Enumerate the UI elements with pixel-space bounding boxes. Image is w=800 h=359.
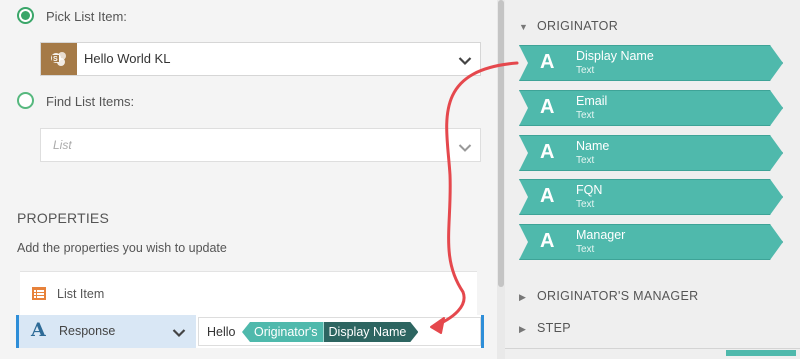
caret-right-icon: ▶ bbox=[519, 324, 527, 334]
properties-title: PROPERTIES bbox=[17, 210, 109, 226]
group-originators-manager-label: ORIGINATOR'S MANAGER bbox=[537, 289, 699, 303]
reference-item-name: Email bbox=[576, 94, 608, 108]
caret-right-icon: ▶ bbox=[519, 292, 527, 302]
property-response[interactable]: A Response Hello Originator's Display Na… bbox=[16, 315, 484, 348]
token-prefix: Originator's bbox=[242, 322, 324, 342]
chevron-down-icon[interactable] bbox=[458, 140, 472, 158]
pick-list-item-label: Pick List Item: bbox=[46, 9, 127, 24]
group-originator-label: ORIGINATOR bbox=[537, 19, 619, 33]
panel-accent-bar bbox=[726, 350, 796, 356]
properties-description: Add the properties you wish to update bbox=[17, 241, 227, 255]
list-item-label: List Item bbox=[57, 287, 105, 301]
reference-item-name-label: Name bbox=[576, 139, 610, 153]
scrollbar-thumb[interactable] bbox=[498, 0, 504, 287]
radio-find-list-items[interactable] bbox=[17, 92, 34, 109]
selected-list-value: Hello World KL bbox=[84, 51, 171, 66]
property-list-item[interactable]: List Item bbox=[20, 271, 477, 315]
left-pane: Pick List Item: S Hello World KL Find Li… bbox=[0, 0, 497, 359]
text-a-icon: A bbox=[540, 141, 555, 163]
text-a-icon: A bbox=[31, 319, 46, 341]
reference-item-type: Text bbox=[576, 110, 595, 121]
group-step[interactable]: ▶ STEP bbox=[519, 321, 571, 335]
chevron-down-icon[interactable] bbox=[172, 325, 186, 343]
chevron-down-icon[interactable] bbox=[458, 53, 472, 71]
reference-item-fqn[interactable]: A FQN Text bbox=[519, 179, 783, 215]
group-step-label: STEP bbox=[537, 321, 571, 335]
token-suffix: Display Name bbox=[324, 322, 419, 342]
response-label: Response bbox=[59, 324, 116, 338]
caret-down-icon: ▼ bbox=[519, 22, 529, 32]
response-value-input[interactable]: Hello Originator's Display Name bbox=[198, 317, 481, 346]
reference-item-name: Manager bbox=[576, 228, 626, 242]
reference-item-display-name[interactable]: A Display Name Text bbox=[519, 45, 783, 81]
radio-pick-list-item[interactable] bbox=[17, 7, 34, 24]
list-item-icon bbox=[32, 287, 46, 305]
find-list-items-label: Find List Items: bbox=[46, 94, 135, 109]
reference-item-name: Display Name bbox=[576, 49, 654, 63]
response-text: Hello bbox=[207, 325, 236, 339]
reference-item-type: Text bbox=[576, 65, 595, 76]
reference-item-type: Text bbox=[576, 244, 595, 255]
reference-item-type: Text bbox=[576, 155, 595, 166]
response-name-area[interactable]: A Response bbox=[19, 315, 196, 348]
svg-text:S: S bbox=[53, 56, 58, 63]
text-a-icon: A bbox=[540, 96, 555, 118]
group-originators-manager[interactable]: ▶ ORIGINATOR'S MANAGER bbox=[519, 289, 698, 303]
reference-item-type: Text bbox=[576, 199, 595, 210]
sharepoint-list-icon: S bbox=[41, 43, 77, 75]
list-field[interactable]: List bbox=[40, 128, 481, 162]
panel-divider bbox=[505, 348, 800, 349]
reference-item-email[interactable]: A Email Text bbox=[519, 90, 783, 126]
list-select[interactable]: S Hello World KL bbox=[40, 42, 481, 76]
group-originator[interactable]: ▼ ORIGINATOR bbox=[519, 19, 618, 33]
text-a-icon: A bbox=[540, 230, 555, 252]
reference-item-name: FQN bbox=[576, 183, 603, 197]
reference-item-name[interactable]: A Name Text bbox=[519, 135, 783, 171]
text-a-icon: A bbox=[540, 51, 555, 73]
text-a-icon: A bbox=[540, 185, 555, 207]
reference-item-manager[interactable]: A Manager Text bbox=[519, 224, 783, 260]
display-name-token[interactable]: Originator's Display Name bbox=[242, 322, 418, 342]
list-placeholder: List bbox=[53, 138, 72, 152]
